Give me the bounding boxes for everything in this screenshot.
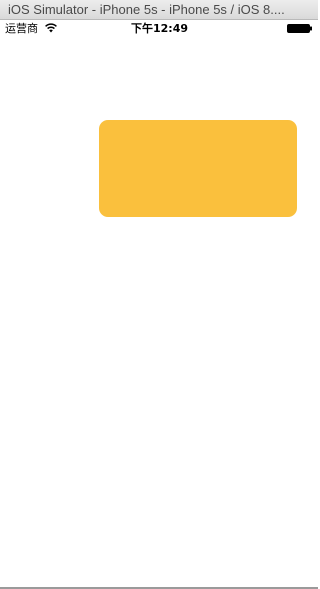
status-time: 下午12:49 [131, 22, 189, 35]
simulator-screen: 运营商 下午12:49 [0, 20, 318, 587]
status-bar: 运营商 下午12:49 [0, 20, 318, 37]
wifi-icon [45, 23, 57, 33]
battery-icon [287, 24, 312, 33]
carrier-label: 运营商 [5, 22, 38, 35]
simulator-title-bar: iOS Simulator - iPhone 5s - iPhone 5s / … [0, 0, 318, 20]
yellow-rounded-view [99, 120, 297, 217]
window-title: iOS Simulator - iPhone 5s - iPhone 5s / … [8, 2, 285, 17]
